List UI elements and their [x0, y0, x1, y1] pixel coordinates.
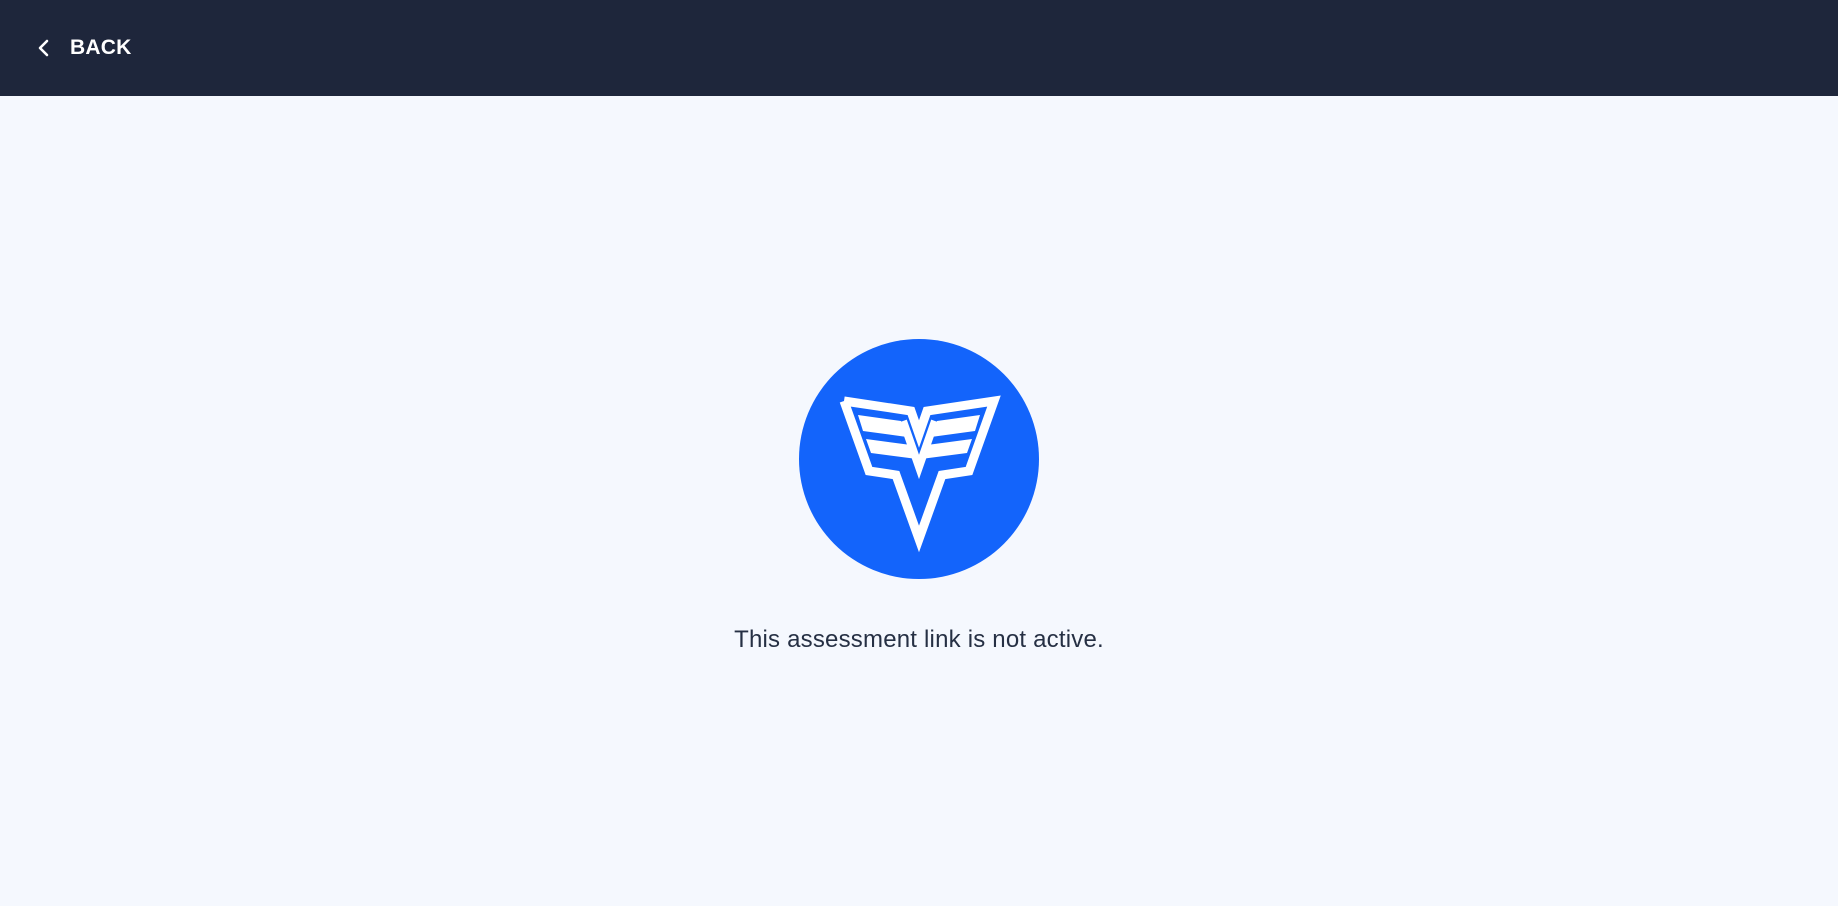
inactive-link-message: This assessment link is not active. [734, 626, 1104, 653]
back-label: BACK [70, 36, 132, 59]
main-content: This assessment link is not active. [0, 96, 1838, 906]
brand-logo-icon [799, 339, 1039, 579]
back-button[interactable]: BACK [34, 28, 131, 68]
top-bar: BACK [0, 0, 1838, 96]
chevron-left-icon [34, 38, 54, 58]
